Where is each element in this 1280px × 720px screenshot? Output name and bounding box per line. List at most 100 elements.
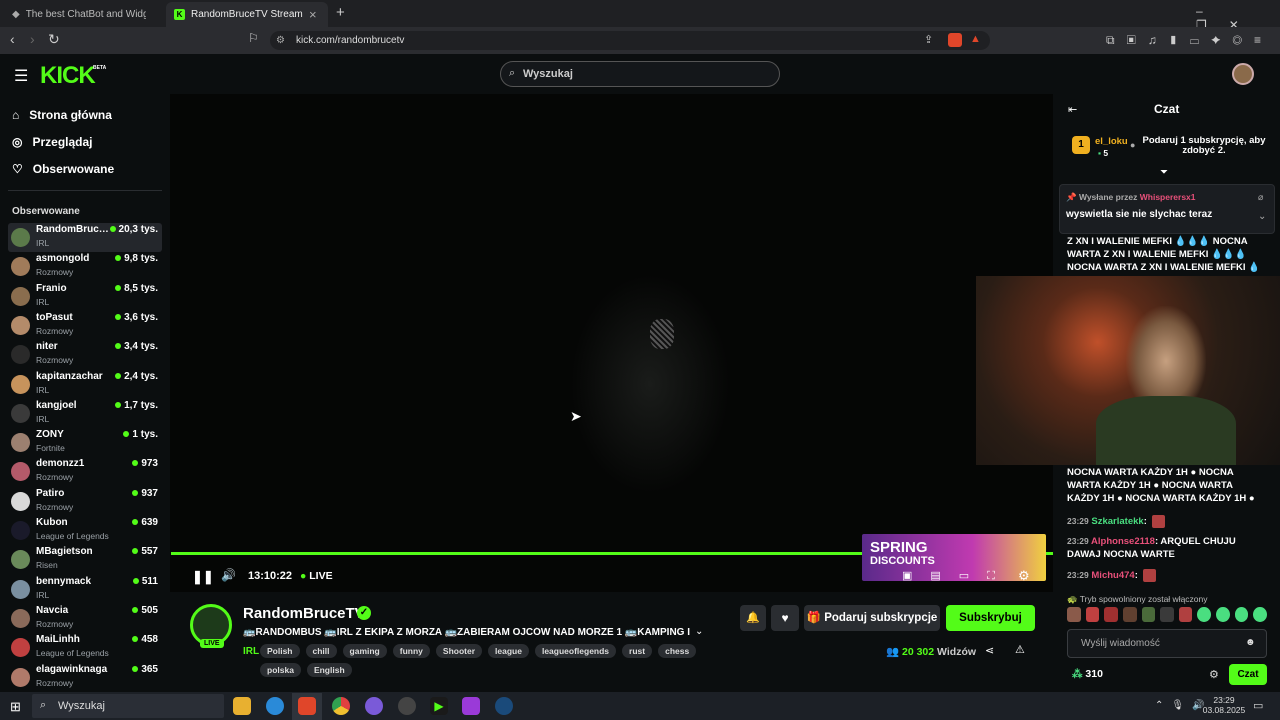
stream-tag[interactable]: English (306, 663, 352, 677)
message-user[interactable]: Michu474 (1091, 570, 1134, 581)
site-settings-icon[interactable]: ⚙ (276, 35, 285, 46)
channel-name[interactable]: RandomBruceTV (243, 605, 365, 622)
menu-icon[interactable]: ☰ (14, 66, 28, 86)
collapse-chat-icon[interactable]: ⇤ (1068, 103, 1077, 116)
followed-channel-item[interactable]: toPasut Rozmowy 3,6 tys. (8, 311, 162, 340)
report-icon[interactable]: ⚠ (1015, 643, 1025, 656)
bell-icon[interactable]: 🔔 (740, 605, 766, 631)
steam-icon[interactable] (495, 697, 513, 715)
stream-tag[interactable]: Polish (260, 644, 300, 658)
messenger-icon[interactable] (365, 697, 383, 715)
settings-gear-icon[interactable]: ⚙ (1018, 568, 1030, 584)
emoji-icon[interactable]: ☻ (1245, 637, 1256, 648)
windows-start-icon[interactable]: ⊞ (10, 699, 21, 715)
video-player[interactable] (170, 94, 1053, 592)
pause-icon[interactable]: ❚❚ (192, 569, 214, 585)
stream-tag[interactable]: leagueoflegends (534, 644, 617, 658)
stream-tag[interactable]: rust (622, 644, 653, 658)
channel-points[interactable]: ⁂ 310 (1072, 668, 1103, 680)
followed-channel-item[interactable]: demonzz1 Rozmowy 973 (8, 457, 162, 486)
stream-tag[interactable]: chess (658, 644, 697, 658)
app-icon[interactable] (462, 697, 480, 715)
stream-tag[interactable]: Shooter (435, 644, 483, 658)
chat-input[interactable]: Wyślij wiadomość (1067, 629, 1267, 658)
pinned-message[interactable]: 📌 Wysłane przez Whisperersx1 wyswietla s… (1059, 184, 1275, 234)
channel-viewers: 511 (133, 576, 158, 587)
bookmark-icon[interactable]: ⚐ (248, 31, 259, 45)
user-avatar[interactable] (1232, 63, 1254, 85)
edge-icon[interactable] (266, 697, 284, 715)
forward-icon[interactable]: › (30, 31, 35, 47)
player-controls-right[interactable]: ▣▤▭⛶ (902, 569, 1013, 583)
emote-bar[interactable] (1067, 607, 1268, 623)
browser-tab[interactable]: ◆ The best ChatBot and Widgets fo (4, 2, 162, 27)
gift-subscription-button[interactable]: 🎁 Podaruj subskrypcje (804, 605, 940, 631)
followed-channel-item[interactable]: kapitanzachar IRL 2,4 tys. (8, 370, 162, 399)
chat-settings-icon[interactable]: ⚙ (1209, 668, 1219, 681)
nav-following[interactable]: ♡ Obserwowane (12, 158, 114, 180)
stream-tag[interactable]: funny (392, 644, 430, 658)
stream-tag[interactable]: league (488, 644, 529, 658)
stream-tag[interactable]: gaming (342, 644, 387, 658)
notifications-icon[interactable]: ▭ (1253, 699, 1263, 712)
chevron-down-icon[interactable]: ⏷ (1160, 167, 1168, 178)
message-user[interactable]: Alphonse2118 (1091, 536, 1155, 547)
chrome-icon[interactable] (332, 697, 350, 715)
followed-channel-item[interactable]: kangjoel IRL 1,7 tys. (8, 399, 162, 428)
followed-channel-item[interactable]: Navcia Rozmowy 505 (8, 604, 162, 633)
reload-icon[interactable]: ↻ (48, 31, 60, 48)
share-icon[interactable]: ⋖ (985, 644, 994, 657)
nav-home[interactable]: ⌂ Strona główna (12, 104, 112, 126)
followed-channel-item[interactable]: asmongold Rozmowy 9,8 tys. (8, 252, 162, 281)
followed-channel-item[interactable]: Kubon League of Legends 639 (8, 516, 162, 545)
send-chat-button[interactable]: Czat (1229, 664, 1267, 685)
share-icon[interactable]: ⇪ (924, 33, 933, 46)
browser-tab-active[interactable]: K RandomBruceTV Stream - Wa × (166, 2, 328, 27)
followed-channel-item[interactable]: RandomBruce... IRL 20,3 tys. (8, 223, 162, 252)
search-input[interactable]: Wyszukaj (500, 61, 780, 87)
followed-channel-item[interactable]: MaiLinhh League of Legends 458 (8, 633, 162, 662)
unpin-icon[interactable]: ⌀ (1258, 192, 1263, 203)
channel-avatar (11, 403, 30, 423)
gift-prompt[interactable]: Podaruj 1 subskrypcję, aby zdobyć 2. (1142, 136, 1266, 156)
brave-rewards-icon[interactable]: ▲ (970, 33, 981, 45)
chat-title: Czat (1154, 102, 1180, 116)
followed-channel-item[interactable]: niter Rozmowy 3,4 tys. (8, 340, 162, 369)
channel-category: League of Legends (36, 648, 109, 659)
channel-category: IRL (36, 296, 50, 307)
followed-channel-item[interactable]: elagawinknaga Rozmowy 365 (8, 663, 162, 692)
channel-category: Rozmowy (36, 677, 74, 688)
channel-name: Franio (36, 282, 67, 294)
stream-category[interactable]: IRL (243, 646, 259, 657)
volume-icon[interactable]: 🔊 (221, 568, 236, 582)
clock[interactable]: 23:29 03.08.2025 (1202, 695, 1246, 715)
close-tab-icon[interactable]: × (309, 7, 317, 22)
url-bar[interactable]: kick.com/randombrucetv (270, 31, 990, 50)
followed-channel-item[interactable]: ZONY Fortnite 1 tys. (8, 428, 162, 457)
taskbar-search-input[interactable]: Wyszukaj (32, 694, 224, 718)
brave-shields-icon[interactable] (948, 33, 962, 47)
kick-logo[interactable]: KICK (40, 62, 96, 90)
kick-app-icon[interactable]: ▶ (430, 697, 448, 715)
followed-channel-item[interactable]: Franio IRL 8,5 tys. (8, 282, 162, 311)
chat-message: 23:29 Alphonse2118: ARQUEL CHUJU DAWAJ N… (1067, 536, 1236, 560)
followed-channel-item[interactable]: Patiro Rozmowy 937 (8, 487, 162, 516)
subscribe-button[interactable]: Subskrybuj (946, 605, 1035, 631)
chevron-down-icon[interactable]: ⌄ (1258, 211, 1266, 222)
channel-viewers: 639 (132, 517, 158, 528)
brave-icon[interactable] (298, 697, 316, 715)
stream-tag[interactable]: chill (305, 644, 337, 658)
github-icon[interactable] (398, 697, 416, 715)
new-tab-icon[interactable]: + (336, 4, 345, 21)
leader-name[interactable]: el_loku (1095, 136, 1128, 147)
followed-channel-item[interactable]: MBagietson Risen 557 (8, 545, 162, 574)
followed-channel-item[interactable]: bennymack IRL 511 (8, 575, 162, 604)
chevron-down-icon[interactable]: ⌄ (695, 626, 703, 637)
file-explorer-icon[interactable] (233, 697, 251, 715)
nav-browse[interactable]: ◎ Przeglądaj (12, 131, 93, 153)
extensions-icons[interactable]: ⧉▣♫▮▭✦◎≡ (1106, 33, 1273, 48)
stream-tag[interactable]: polska (260, 663, 301, 677)
back-icon[interactable]: ‹ (10, 31, 15, 47)
message-user[interactable]: Szkarlatekk (1091, 516, 1143, 527)
follow-heart-icon[interactable]: ♥ (771, 605, 799, 631)
